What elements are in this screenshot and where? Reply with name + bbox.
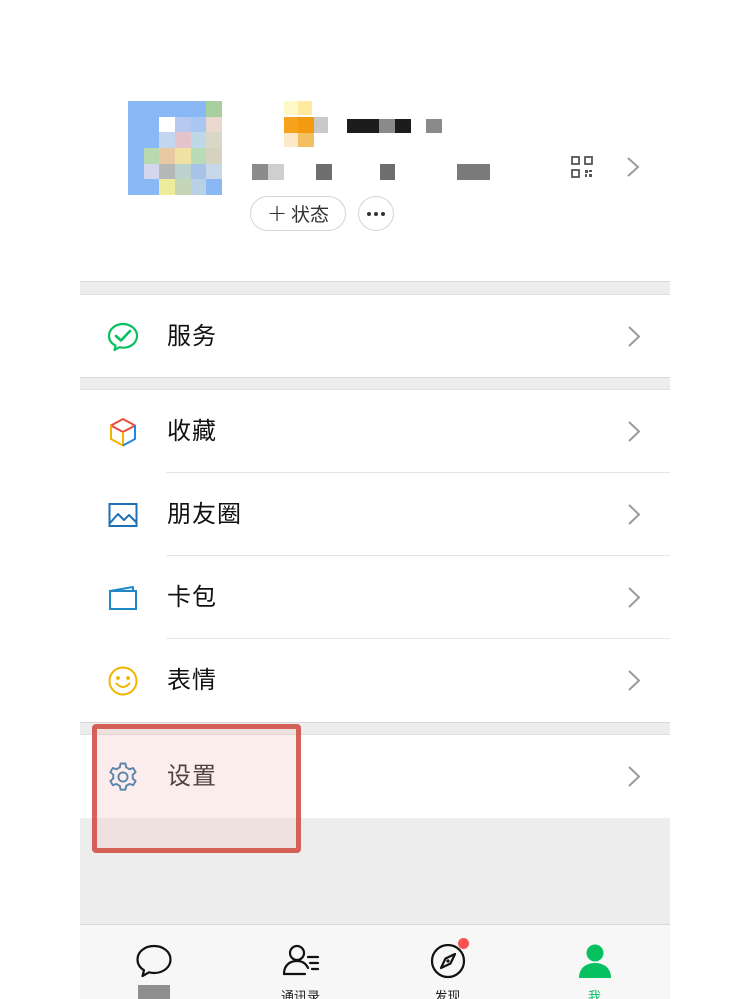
bottom-tab-bar: 通讯录 发现 我 [80,924,670,999]
person-icon [579,944,611,978]
contacts-icon [282,944,320,976]
chat-bubble-icon [136,944,172,978]
section-gap [80,377,670,390]
chevron-right-icon [628,670,641,691]
status-label: 状态 [291,204,330,226]
chevron-right-icon[interactable] [626,156,640,178]
avatar[interactable] [128,101,222,195]
menu-item-settings[interactable]: 设置 [80,735,670,818]
more-status-button[interactable] [358,196,394,231]
menu-item-label: 收藏 [167,417,217,445]
menu-item-label: 设置 [167,762,217,790]
chevron-right-icon [628,504,641,525]
empty-area [80,818,670,924]
me-page: + 状态 服务 收藏 朋友圈 卡包 表情 设置 通讯录 发现 我 [80,0,670,999]
menu-item-moments[interactable]: 朋友圈 [80,473,670,556]
tab-label: 发现 [434,990,461,999]
wechat-id-masked [252,164,492,182]
chats-badge-masked [138,985,170,999]
menu-item-cards[interactable]: 卡包 [80,556,670,639]
discover-badge-dot [458,938,469,949]
screen: + 状态 服务 收藏 朋友圈 卡包 表情 设置 通讯录 发现 我 [0,0,750,999]
chevron-right-icon [628,421,641,442]
tab-contacts[interactable]: 通讯录 [227,925,374,999]
chevron-right-icon [628,326,641,347]
nickname-masked [284,101,454,147]
menu-item-label: 表情 [167,666,217,694]
plus-icon: + [266,198,288,227]
tab-label: 我 [587,990,601,999]
menu-item-stickers[interactable]: 表情 [80,639,670,722]
wallet-icon [109,586,137,610]
section-gap [80,722,670,735]
menu-item-label: 朋友圈 [167,500,242,528]
menu-item-favorites[interactable]: 收藏 [80,390,670,473]
chevron-right-icon [628,766,641,787]
section-gap [80,281,670,295]
tab-label: 通讯录 [280,990,320,999]
smiley-icon [108,666,138,696]
cube-icon [110,418,136,447]
tab-chats[interactable] [80,925,227,999]
menu-item-label: 卡包 [167,583,217,611]
more-dots-icon [367,211,385,216]
wechat-pay-icon [107,322,139,352]
menu-item-services[interactable]: 服务 [80,295,670,378]
tab-discover[interactable]: 发现 [374,925,521,999]
image-icon [108,503,138,527]
tab-me[interactable]: 我 [521,925,668,999]
chevron-right-icon [628,587,641,608]
gear-icon [109,762,137,791]
menu-item-label: 服务 [167,322,217,350]
qr-code-icon[interactable] [571,156,593,178]
add-status-button[interactable]: + 状态 [250,196,346,231]
